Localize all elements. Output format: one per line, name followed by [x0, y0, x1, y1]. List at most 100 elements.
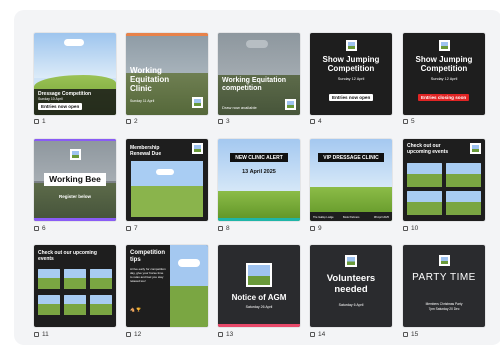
- page-label-12: 12: [126, 331, 141, 338]
- page-subtitle: Members Christmas Party: [425, 302, 463, 306]
- event-card: [38, 269, 60, 289]
- page-date: Sunday 11 April: [130, 99, 155, 103]
- page-title: Show Jumping Competition: [322, 55, 380, 73]
- hero-image: [170, 245, 208, 327]
- cta-button: Entries now open: [329, 94, 374, 101]
- photo-thumbnail: [285, 99, 296, 110]
- page-icon: [126, 226, 131, 231]
- footer-left: The Gallop Lodge: [313, 216, 334, 219]
- page-number: 13: [226, 331, 234, 338]
- hills: [34, 183, 116, 221]
- event-card: [64, 269, 86, 289]
- page-icon: [218, 119, 223, 124]
- event-card: [446, 191, 481, 215]
- page-number: 2: [134, 118, 138, 125]
- page-title: NEW CLINIC ALERT: [235, 155, 283, 161]
- page-body: Arrive early for competition day, give y…: [130, 267, 166, 283]
- page-icon: [218, 332, 223, 337]
- page-icon: [310, 226, 315, 231]
- photo-thumbnail: [345, 255, 357, 267]
- photo-thumbnail: [192, 97, 203, 108]
- page-button-text: Register below: [58, 194, 91, 199]
- page-number: 15: [411, 331, 419, 338]
- page-number: 5: [411, 118, 415, 125]
- page-number: 9: [318, 225, 322, 232]
- page-date: Sunday 10 April: [38, 97, 63, 101]
- page-card-11[interactable]: Check out our upcoming events: [34, 245, 116, 327]
- photo-thumbnail: [346, 40, 357, 51]
- sky: [218, 139, 300, 194]
- page-title: Working Bee: [49, 174, 101, 184]
- page-icon: [34, 332, 39, 337]
- page-number: 10: [411, 225, 419, 232]
- page-card-8[interactable]: NEW CLINIC ALERT 13 April 2025: [218, 139, 300, 221]
- photo-thumbnail: [246, 263, 272, 287]
- page-number: 11: [42, 331, 49, 338]
- footer-mid: Book Partners: [343, 216, 360, 219]
- page-title: VIP DRESSAGE CLINIC: [323, 155, 379, 161]
- footer-right: 08 April 2025: [373, 216, 389, 219]
- page-icon: [34, 226, 39, 231]
- page-card-6[interactable]: Working Bee Register below: [34, 139, 116, 221]
- sky: [310, 139, 392, 189]
- page-card-4[interactable]: Show Jumping Competition Sunday 12 April…: [310, 33, 392, 115]
- cloud: [64, 39, 84, 46]
- page-card-2[interactable]: Working Equitation Clinic Sunday 11 Apri…: [126, 33, 208, 115]
- page-card-10[interactable]: Check out our upcoming events: [403, 139, 485, 221]
- page-title: Working Equitation Clinic: [130, 66, 170, 93]
- page-label-15: 15: [403, 331, 418, 338]
- page-number: 8: [226, 225, 230, 232]
- page-number: 14: [318, 331, 326, 338]
- page-card-1[interactable]: Dressage Competition Sunday 10 April Ent…: [34, 33, 116, 115]
- page-card-15[interactable]: PARTY TIME Members Christmas Party 7pm S…: [403, 245, 485, 327]
- event-card: [407, 191, 442, 215]
- cloud: [246, 40, 268, 48]
- page-number: 1: [42, 118, 46, 125]
- photo-thumbnail: [439, 255, 450, 266]
- page-title: Working Equitation competition: [222, 77, 287, 92]
- page-icon: [126, 119, 131, 124]
- page-emoji: 🐴 🏆: [130, 307, 142, 312]
- page-title: Membership Renewal Due: [130, 145, 162, 157]
- page-card-9[interactable]: VIP DRESSAGE CLINIC The Gallop Lodge Boo…: [310, 139, 392, 221]
- page-card-14[interactable]: Volunteers needed Saturday 6 April: [310, 245, 392, 327]
- cloud: [156, 169, 174, 175]
- photo-thumbnail: [470, 143, 481, 154]
- page-card-3[interactable]: Working Equitation competition Draw now …: [218, 33, 300, 115]
- event-card: [64, 295, 86, 315]
- page-title: Check out our upcoming events: [38, 250, 97, 262]
- page-title: PARTY TIME: [412, 272, 476, 283]
- page-card-5[interactable]: Show Jumping Competition Sunday 12 April…: [403, 33, 485, 115]
- page-label-5: 5: [403, 118, 415, 125]
- accent-bar: [218, 324, 300, 327]
- cta-button: Entries now open: [38, 103, 83, 110]
- page-subtitle-2: 7pm Saturday 20 Dec: [428, 307, 460, 311]
- page-label-2: 2: [126, 118, 138, 125]
- page-label-9: 9: [310, 225, 322, 232]
- photo-thumbnail: [70, 149, 81, 160]
- page-card-7[interactable]: Membership Renewal Due: [126, 139, 208, 221]
- page-label-7: 7: [126, 225, 138, 232]
- page-title: Show Jumping Competition: [415, 55, 473, 73]
- page-title: Check out our upcoming events: [407, 143, 449, 155]
- event-card: [90, 269, 112, 289]
- cta-button: Entries closing soon: [418, 94, 470, 101]
- photo-thumbnail: [192, 143, 203, 154]
- page-icon: [126, 332, 131, 337]
- page-icon: [310, 332, 315, 337]
- page-icon: [218, 226, 223, 231]
- page-card-13[interactable]: Notice of AGM Saturday 26 April: [218, 245, 300, 327]
- page-date: Saturday 6 April: [338, 303, 364, 307]
- page-card-12[interactable]: Competition tips Arrive early for compet…: [126, 245, 208, 327]
- page-label-1: 1: [34, 118, 46, 125]
- page-number: 12: [134, 331, 142, 338]
- page-number: 4: [318, 118, 322, 125]
- page-label-14: 14: [310, 331, 325, 338]
- page-title: Competition tips: [130, 250, 165, 263]
- page-number: 6: [42, 225, 46, 232]
- cloud: [178, 259, 200, 267]
- page-title: Volunteers needed: [326, 273, 376, 295]
- page-label-11: 11: [34, 331, 49, 338]
- page-title: Notice of AGM: [231, 293, 287, 302]
- page-date: Sunday 12 April: [430, 77, 458, 81]
